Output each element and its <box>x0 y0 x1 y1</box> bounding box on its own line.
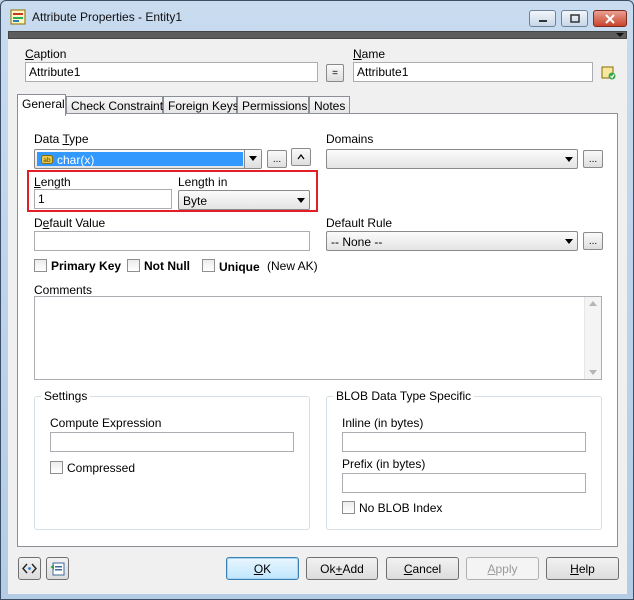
default-rule-value: -- None -- <box>331 235 383 249</box>
new-ak-label: (New AK) <box>267 259 318 273</box>
compute-expression-label: Compute Expression <box>50 416 162 430</box>
compressed-checkbox[interactable] <box>50 461 63 474</box>
attribute-icon <box>10 9 26 25</box>
unique-label: Unique <box>219 260 260 274</box>
form-view-button[interactable] <box>46 557 69 580</box>
settings-group: Settings Compute Expression Compressed <box>34 389 310 530</box>
default-value-input[interactable] <box>34 231 310 251</box>
ok-add-button-label: Ok+Add <box>320 561 364 576</box>
datatype-icon: ab <box>41 155 53 164</box>
svg-text:ab: ab <box>43 157 51 164</box>
minimize-button[interactable] <box>529 10 556 27</box>
default-rule-browse-button[interactable]: ... <box>583 232 603 250</box>
toolbar-strip <box>8 31 627 39</box>
primary-key-checkbox[interactable] <box>34 259 47 272</box>
code-icon <box>22 563 37 574</box>
ok-add-button[interactable]: Ok+Add <box>306 557 378 580</box>
caret-up-icon <box>297 154 305 160</box>
data-type-dropdown-button[interactable] <box>244 150 261 168</box>
form-icon <box>50 562 65 576</box>
code-view-button[interactable] <box>18 557 41 580</box>
caption-input[interactable]: Attribute1 <box>25 62 318 82</box>
window-title: Attribute Properties - Entity1 <box>32 10 183 24</box>
inline-label: Inline (in bytes) <box>342 416 424 430</box>
domains-label: Domains <box>326 132 374 146</box>
cancel-button-label: Cancel <box>403 561 442 576</box>
tab-foreign-keys-label: Foreign Keys <box>168 99 239 113</box>
blob-group-title: BLOB Data Type Specific <box>333 389 475 403</box>
help-button-label: Help <box>570 561 595 576</box>
domains-browse-button[interactable]: ... <box>583 150 603 168</box>
inline-input[interactable] <box>342 432 586 452</box>
chevron-down-icon <box>249 156 257 161</box>
close-button[interactable] <box>593 10 627 27</box>
tab-check-constraints-label: Check Constraints <box>71 99 170 113</box>
comments-scrollbar[interactable] <box>584 297 601 379</box>
name-input[interactable]: Attribute1 <box>353 62 593 82</box>
not-null-label: Not Null <box>144 259 190 273</box>
data-type-browse-button[interactable]: ... <box>267 150 287 168</box>
data-type-label: Data Type <box>34 132 89 146</box>
data-type-select[interactable]: ab char(x) <box>34 149 262 169</box>
scroll-down-icon[interactable] <box>589 370 597 375</box>
settings-group-title: Settings <box>41 389 91 403</box>
cancel-button[interactable]: Cancel <box>386 557 459 580</box>
tab-notes-label: Notes <box>314 99 346 113</box>
maximize-button[interactable] <box>561 10 588 27</box>
comments-label: Comments <box>34 283 93 297</box>
dialog-window: Attribute Properties - Entity1 Caption A… <box>0 0 634 600</box>
ok-button[interactable]: OK <box>226 557 299 580</box>
length-highlight-box <box>27 170 318 212</box>
close-icon <box>605 13 615 24</box>
strip-dropdown-icon[interactable] <box>616 33 624 37</box>
title-bar[interactable]: Attribute Properties - Entity1 <box>1 1 633 31</box>
chevron-down-icon <box>565 157 573 162</box>
data-type-up-button[interactable] <box>291 148 311 166</box>
unique-checkbox[interactable] <box>202 259 215 272</box>
default-value-label: Default Value <box>34 216 106 230</box>
name-label: Name <box>353 47 386 61</box>
primary-key-label: Primary Key <box>51 259 122 273</box>
name-properties-icon[interactable] <box>601 65 616 80</box>
data-type-value: char(x) <box>57 153 95 167</box>
scroll-up-icon[interactable] <box>589 301 597 306</box>
compute-expression-input[interactable] <box>50 432 294 452</box>
dialog-client: Caption Attribute1 = Name Attribute1 Gen… <box>8 39 627 594</box>
no-blob-index-label: No BLOB Index <box>359 501 443 515</box>
apply-button[interactable]: Apply <box>466 557 539 580</box>
compressed-label: Compressed <box>67 461 136 475</box>
prefix-input[interactable] <box>342 473 586 493</box>
tab-permissions-label: Permissions <box>242 99 308 113</box>
no-blob-index-checkbox[interactable] <box>342 501 355 514</box>
default-rule-select[interactable]: -- None -- <box>326 231 578 251</box>
prefix-label: Prefix (in bytes) <box>342 457 426 471</box>
sync-caption-button[interactable]: = <box>326 64 344 82</box>
maximize-icon <box>569 14 580 23</box>
default-rule-label: Default Rule <box>326 216 393 230</box>
tab-general-label: General <box>22 97 65 111</box>
help-button[interactable]: Help <box>546 557 619 580</box>
minimize-icon <box>538 19 547 22</box>
blob-group: BLOB Data Type Specific Inline (in bytes… <box>326 389 602 530</box>
caption-label: Caption <box>25 47 67 61</box>
apply-button-label: Apply <box>487 561 518 576</box>
chevron-down-icon <box>565 239 573 244</box>
ok-button-label: OK <box>253 561 272 576</box>
tab-general[interactable]: General <box>17 94 66 116</box>
not-null-checkbox[interactable] <box>127 259 140 272</box>
domains-select[interactable] <box>326 149 578 169</box>
comments-textarea[interactable] <box>34 296 602 380</box>
